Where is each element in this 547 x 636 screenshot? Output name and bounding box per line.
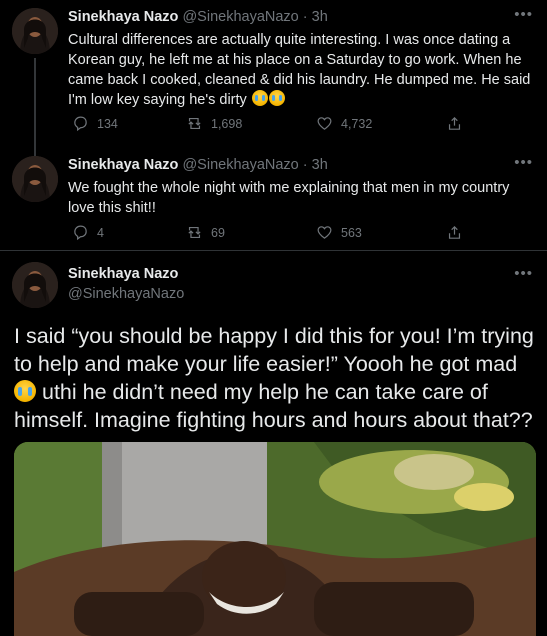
crying-face-icon [268,90,285,106]
tweet-text: We fought the whole night with me explai… [68,180,510,216]
reply-button[interactable]: 134 [72,115,118,132]
share-icon [448,116,461,130]
heart-icon [317,226,332,239]
avatar[interactable] [12,156,58,202]
avatar-image [12,8,58,54]
user-handle[interactable]: @SinekhayaNazo [68,286,184,302]
display-name-text: Sinekhaya Nazo [68,266,179,282]
display-name[interactable]: Sinekhaya Nazo [68,266,178,282]
share-button[interactable] [446,224,463,241]
tweet-1[interactable]: Sinekhaya Nazo @SinekhayaNazo · 3h ••• C… [0,0,547,148]
like-button[interactable]: 563 [316,224,362,241]
thread-line [34,58,36,148]
reply-button[interactable]: 4 [72,224,104,241]
like-button[interactable]: 4,732 [316,115,372,132]
more-horizontal-icon[interactable]: ••• [514,265,533,282]
crying-face-icon [251,90,268,106]
thread-line [34,148,36,156]
like-count: 4,732 [341,116,373,131]
retweet-count: 1,698 [211,116,243,131]
avatar-image [12,262,58,308]
separator-dot: · [302,157,308,173]
timestamp[interactable]: 3h [312,9,328,25]
reply-count: 4 [97,225,104,240]
display-name[interactable]: Sinekhaya Nazo [68,9,178,25]
retweet-icon [188,226,201,239]
tweet-text-content: Cultural differences are actually quite … [68,32,531,108]
retweet-button[interactable]: 69 [186,224,225,241]
reply-icon [74,116,87,132]
reply-icon [74,225,87,241]
tweet-header: Sinekhaya Nazo @SinekhayaNazo · 3h [68,157,328,173]
user-handle[interactable]: @SinekhayaNazo [182,9,298,25]
user-handle[interactable]: @SinekhayaNazo [182,157,298,173]
avatar[interactable] [12,8,58,54]
heart-icon [317,117,332,130]
share-button[interactable] [446,115,463,132]
more-horizontal-icon[interactable]: ••• [514,154,533,171]
tweet-text: I said “you should be happy I did this f… [14,322,539,434]
tweet-actions: 134 1,698 4,732 [68,115,468,135]
tweet-text: Cultural differences are actually quite … [68,30,536,110]
share-icon [448,225,461,239]
timestamp[interactable]: 3h [312,157,328,173]
retweet-icon [188,117,201,130]
retweet-button[interactable]: 1,698 [186,115,242,132]
tweet-header: Sinekhaya Nazo @SinekhayaNazo · 3h [68,9,328,25]
tweet-2[interactable]: Sinekhaya Nazo @SinekhayaNazo · 3h ••• W… [0,148,547,248]
crying-face-icon [14,380,36,402]
like-count: 563 [341,225,362,240]
meme-image [14,442,536,636]
user-handle-text: @SinekhayaNazo [68,286,185,302]
display-name[interactable]: Sinekhaya Nazo [68,157,178,173]
tweet-text-line1: I said “you should be happy I did this f… [14,324,534,376]
separator-dot: · [302,9,308,25]
avatar[interactable] [12,262,58,308]
tweet-actions: 4 69 563 [68,224,468,244]
more-horizontal-icon[interactable]: ••• [514,6,533,23]
tweet-media-image[interactable] [14,442,536,636]
retweet-count: 69 [211,225,225,240]
avatar-image [12,156,58,202]
tweet-text-line2: uthi he didn’t need my help he can take … [14,380,533,432]
reply-count: 134 [97,116,118,131]
